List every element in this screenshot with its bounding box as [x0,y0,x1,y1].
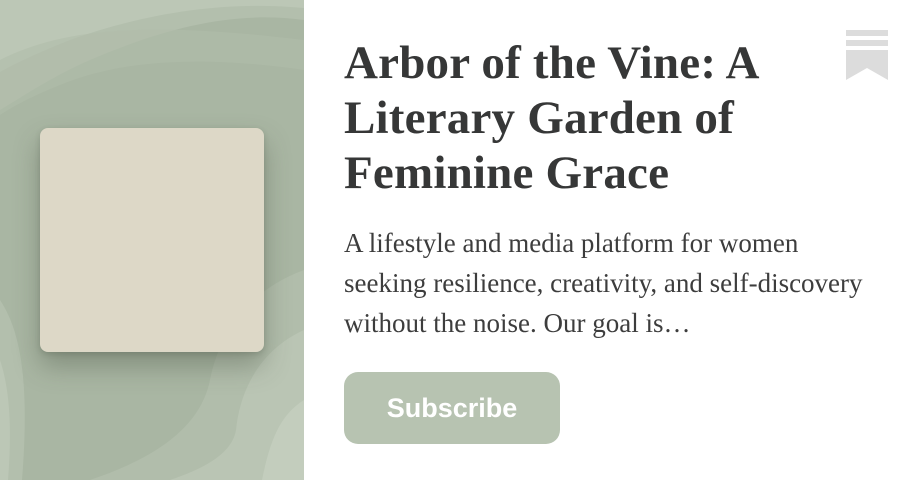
subscribe-button[interactable]: Subscribe [344,372,560,444]
publication-description: A lifestyle and media platform for women… [344,228,863,338]
cover-panel [0,0,304,480]
bookmark-icon[interactable] [846,30,888,80]
publication-title[interactable]: Arbor of the Vine: A Literary Garden of … [344,36,844,201]
publication-info: Arbor of the Vine: A Literary Garden of … [344,36,863,343]
publication-cover-image[interactable] [40,128,264,352]
